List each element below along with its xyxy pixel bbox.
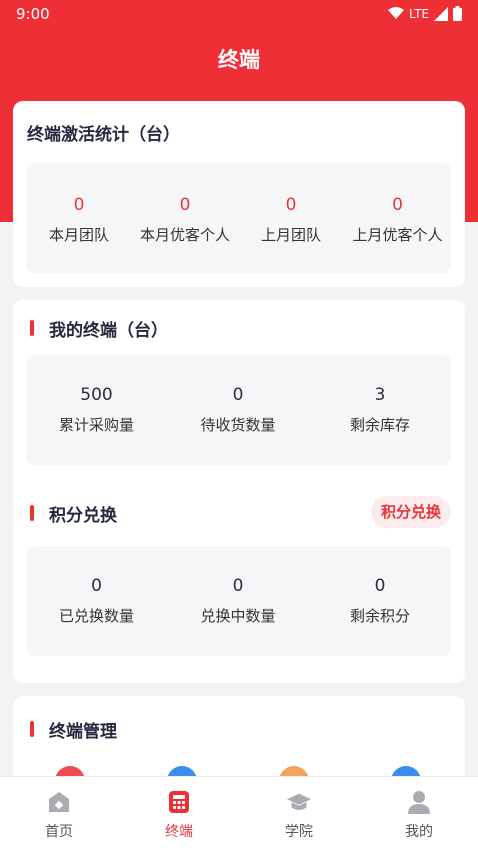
stat-value: 3 bbox=[374, 385, 386, 405]
stat-label: 本月团队 bbox=[48, 226, 109, 244]
stat-item[interactable]: 0 已兑换数量 bbox=[26, 576, 167, 626]
bottom-tab-bar: 首页 终端 学院 我的 bbox=[0, 776, 478, 850]
tab-academy[interactable]: 学院 bbox=[259, 789, 339, 841]
points-title: 积分兑换 bbox=[49, 506, 117, 526]
stat-label: 上月团队 bbox=[260, 226, 321, 244]
stat-item[interactable]: 0 本月团队 bbox=[26, 195, 132, 245]
section-marker bbox=[30, 721, 34, 737]
stat-value: 500 bbox=[80, 385, 113, 405]
points-exchange-button[interactable]: 积分兑换 bbox=[370, 496, 451, 528]
status-time: 9:00 bbox=[16, 5, 50, 23]
section-marker bbox=[30, 505, 34, 521]
terminal-icon bbox=[166, 789, 192, 815]
stat-item[interactable]: 0 上月团队 bbox=[238, 195, 344, 245]
signal-icon bbox=[434, 6, 448, 21]
stat-value: 0 bbox=[179, 195, 191, 215]
stat-item[interactable]: 0 兑换中数量 bbox=[167, 576, 309, 626]
stat-label: 剩余库存 bbox=[349, 416, 410, 434]
section-marker bbox=[30, 320, 34, 336]
activation-stats: 0 本月团队 0 本月优客个人 0 上月团队 0 上月优客个人 bbox=[26, 163, 451, 273]
stat-label: 本月优客个人 bbox=[139, 226, 230, 244]
terminals-card: 我的终端（台） 500 累计采购量 0 待收货数量 3 剩余库存 积分兑换 积分… bbox=[13, 300, 465, 683]
person-icon bbox=[406, 789, 432, 815]
stat-value: 0 bbox=[285, 195, 297, 215]
tab-label: 首页 bbox=[45, 824, 73, 840]
tab-label: 学院 bbox=[285, 824, 313, 840]
stat-item[interactable]: 0 上月优客个人 bbox=[344, 195, 451, 245]
graduation-cap-icon bbox=[286, 789, 312, 815]
my-terminals-title: 我的终端（台） bbox=[49, 321, 168, 341]
stat-value: 0 bbox=[374, 576, 386, 596]
stat-item[interactable]: 3 剩余库存 bbox=[309, 385, 451, 435]
stat-value: 0 bbox=[392, 195, 403, 215]
network-type: LTE bbox=[409, 6, 429, 21]
stat-label: 待收货数量 bbox=[200, 416, 276, 434]
tab-terminal[interactable]: 终端 bbox=[139, 789, 219, 841]
stat-item[interactable]: 0 本月优客个人 bbox=[132, 195, 238, 245]
activation-card: 终端激活统计（台） 0 本月团队 0 本月优客个人 0 上月团队 0 上月优客个… bbox=[13, 101, 465, 287]
stat-item[interactable]: 500 累计采购量 bbox=[26, 385, 167, 435]
points-stats: 0 已兑换数量 0 兑换中数量 0 剩余积分 bbox=[26, 546, 451, 656]
stat-label: 已兑换数量 bbox=[58, 607, 134, 625]
stat-value: 0 bbox=[232, 576, 244, 596]
stat-item[interactable]: 0 剩余积分 bbox=[309, 576, 451, 626]
management-title: 终端管理 bbox=[49, 722, 117, 742]
stat-value: 0 bbox=[73, 195, 85, 215]
status-icons: LTE bbox=[388, 6, 462, 21]
tab-mine[interactable]: 我的 bbox=[379, 789, 459, 841]
page-title: 终端 bbox=[218, 48, 260, 72]
stat-label: 累计采购量 bbox=[58, 416, 134, 434]
battery-icon bbox=[453, 6, 462, 21]
stat-value: 0 bbox=[91, 576, 102, 596]
status-bar: 9:00 LTE bbox=[0, 0, 478, 28]
stat-label: 剩余积分 bbox=[349, 607, 410, 625]
activation-title: 终端激活统计（台） bbox=[27, 125, 180, 145]
stat-item[interactable]: 0 待收货数量 bbox=[167, 385, 309, 435]
stat-value: 0 bbox=[232, 385, 244, 405]
home-icon bbox=[46, 789, 72, 815]
wifi-icon bbox=[388, 7, 405, 19]
stat-label: 兑换中数量 bbox=[200, 607, 276, 625]
my-terminals-stats: 500 累计采购量 0 待收货数量 3 剩余库存 bbox=[26, 355, 451, 465]
tab-label: 我的 bbox=[405, 824, 433, 840]
stat-label: 上月优客个人 bbox=[352, 226, 443, 244]
tab-home[interactable]: 首页 bbox=[19, 789, 99, 841]
tab-label: 终端 bbox=[165, 824, 193, 840]
